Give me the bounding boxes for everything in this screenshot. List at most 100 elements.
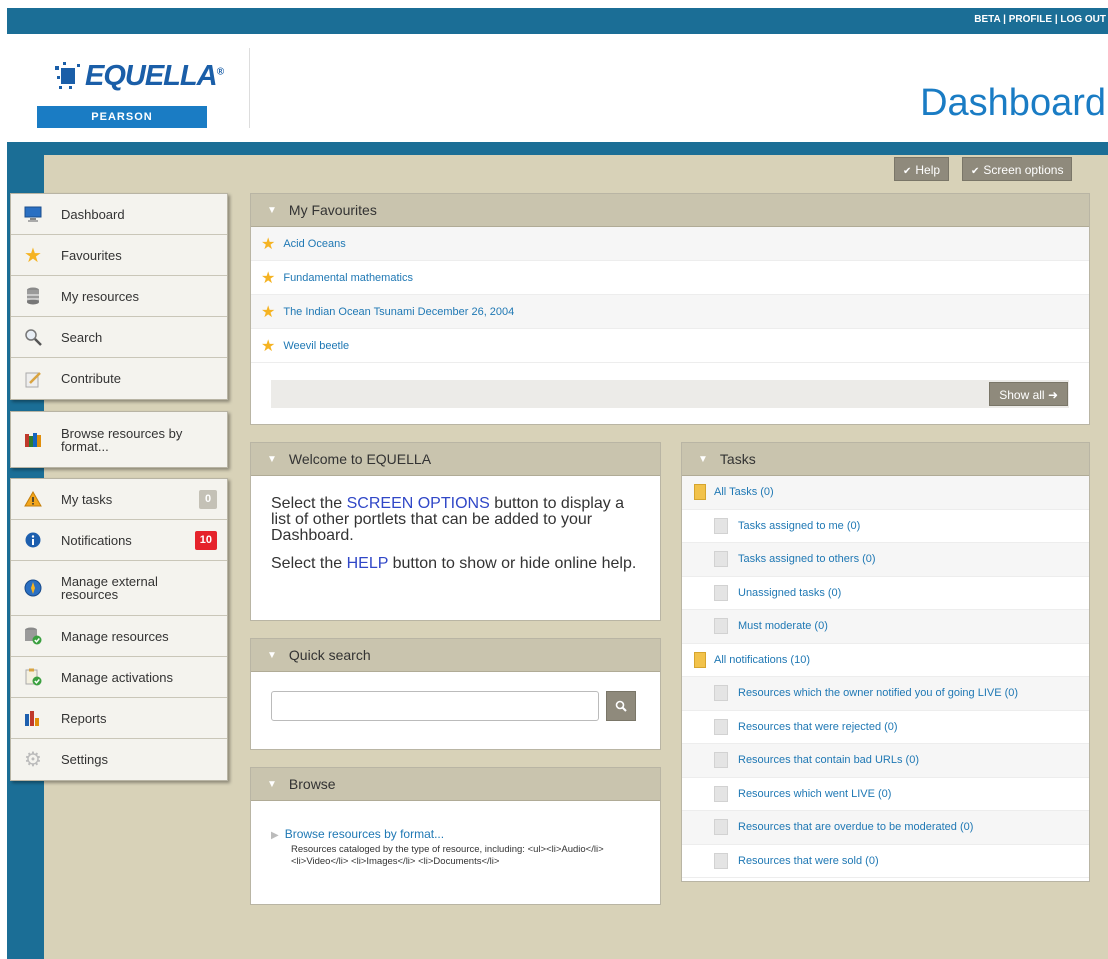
sidebar-item-label: Settings xyxy=(61,752,108,767)
document-icon xyxy=(714,584,728,601)
document-icon xyxy=(714,852,728,869)
task-row[interactable]: Unassigned tasks (0) xyxy=(682,577,1089,610)
collapse-triangle-icon[interactable]: ▼ xyxy=(267,205,277,216)
sidebar-item-settings[interactable]: ⚙ Settings xyxy=(11,739,227,780)
document-icon xyxy=(714,517,728,534)
sidebar-menu-admin: My tasks 0 Notifications 10 Manage exter… xyxy=(10,478,228,781)
folder-icon xyxy=(694,651,706,668)
sidebar-item-label: Manage activations xyxy=(61,669,174,685)
clipboard-check-icon xyxy=(23,667,43,687)
favourites-footer: Show all ➜ xyxy=(271,380,1069,408)
welcome-body: Select the SCREEN OPTIONS button to disp… xyxy=(251,476,660,572)
database-icon xyxy=(23,286,43,306)
browse-header[interactable]: ▼ Browse xyxy=(251,768,660,801)
sidebar-item-favourites[interactable]: ★ Favourites xyxy=(11,235,227,276)
task-group-all-tasks[interactable]: All Tasks (0) xyxy=(682,476,1089,510)
top-links-text[interactable]: BETA | PROFILE | LOG OUT xyxy=(974,14,1106,25)
chevron-down-icon: ✔ xyxy=(971,166,980,177)
favourites-title: My Favourites xyxy=(288,202,377,218)
task-group-all-notifications[interactable]: All notifications (10) xyxy=(682,644,1089,677)
favourite-item[interactable]: ★ Fundamental mathematics xyxy=(251,261,1089,295)
favourite-item[interactable]: ★ Acid Oceans xyxy=(251,227,1089,261)
monitor-icon xyxy=(23,204,43,224)
header-divider xyxy=(249,48,250,128)
sidebar-item-manage-external-resources[interactable]: Manage external resources xyxy=(11,561,227,616)
logo[interactable]: EQUELLA® PEARSON xyxy=(37,44,224,130)
tasks-portlet: ▼ Tasks All Tasks (0) Tasks assigned to … xyxy=(681,442,1090,882)
browse-description: Resources cataloged by the type of resou… xyxy=(291,844,604,867)
sidebar-item-manage-resources[interactable]: Manage resources xyxy=(11,616,227,657)
document-icon xyxy=(714,752,728,769)
welcome-paragraph: Select the SCREEN OPTIONS button to disp… xyxy=(271,495,625,544)
sidebar-item-my-resources[interactable]: My resources xyxy=(11,276,227,317)
document-icon xyxy=(714,785,728,802)
screen-options-button[interactable]: ✔ Screen options xyxy=(962,157,1073,181)
welcome-paragraph: Select the HELP button to show or hide o… xyxy=(271,555,637,572)
screen-options-highlight: SCREEN OPTIONS xyxy=(346,495,490,512)
star-icon: ★ xyxy=(261,235,276,253)
collapse-triangle-icon[interactable]: ▼ xyxy=(698,454,708,465)
favourite-link[interactable]: Acid Oceans xyxy=(283,238,345,250)
arrow-right-icon: ➜ xyxy=(1047,388,1058,402)
browse-body: ▶ Browse resources by format... Resources… xyxy=(251,801,660,868)
sidebar-item-label: My resources xyxy=(61,288,140,304)
quick-search-button[interactable] xyxy=(606,691,636,721)
gear-icon: ⚙ xyxy=(24,749,42,771)
top-bar: BETA | PROFILE | LOG OUT xyxy=(7,8,1108,34)
favourite-link[interactable]: Weevil beetle xyxy=(283,340,349,352)
quick-search-input[interactable] xyxy=(271,691,599,721)
sidebar-item-contribute[interactable]: Contribute xyxy=(11,358,227,399)
help-button[interactable]: ✔ Help xyxy=(894,157,950,181)
task-row[interactable]: Tasks assigned to me (0) xyxy=(682,510,1089,543)
task-row[interactable]: Must moderate (0) xyxy=(682,610,1089,644)
warning-icon xyxy=(23,489,43,509)
sidebar-item-my-tasks[interactable]: My tasks 0 xyxy=(11,479,227,520)
browse-portlet: ▼ Browse ▶ Browse resources by format... … xyxy=(250,767,661,905)
welcome-header[interactable]: ▼ Welcome to EQUELLA xyxy=(251,443,660,476)
header: EQUELLA® PEARSON Dashboard xyxy=(7,34,1108,142)
search-icon xyxy=(615,700,627,712)
sidebar-item-label: My tasks xyxy=(61,491,113,507)
page-title: Dashboard xyxy=(920,82,1106,124)
sidebar-item-label: Manage external resources xyxy=(61,574,158,602)
task-row[interactable]: Tasks assigned to others (0) xyxy=(682,543,1089,577)
sidebar-item-search[interactable]: Search xyxy=(11,317,227,358)
task-row[interactable]: Resources that were rejected (0) xyxy=(682,711,1089,744)
quick-search-header[interactable]: ▼ Quick search xyxy=(251,639,660,672)
favourite-item[interactable]: ★ Weevil beetle xyxy=(251,329,1089,363)
collapse-triangle-icon[interactable]: ▼ xyxy=(267,650,277,661)
magnifier-icon xyxy=(23,327,43,347)
sidebar-item-manage-activations[interactable]: Manage activations xyxy=(11,657,227,698)
top-links[interactable]: BETA | PROFILE | LOG OUT xyxy=(974,14,1106,25)
task-row[interactable]: Resources that contain bad URLs (0) xyxy=(682,744,1089,778)
task-row[interactable]: Resources that are overdue to be moderat… xyxy=(682,811,1089,845)
task-row[interactable]: Resources which the owner notified you o… xyxy=(682,677,1089,711)
favourite-link[interactable]: The Indian Ocean Tsunami December 26, 20… xyxy=(283,306,514,318)
browse-title: Browse xyxy=(288,776,336,792)
star-icon: ★ xyxy=(261,269,276,287)
tasks-header[interactable]: ▼ Tasks xyxy=(682,443,1089,476)
sidebar-item-reports[interactable]: Reports xyxy=(11,698,227,739)
sidebar-item-label: Notifications xyxy=(61,532,132,548)
sidebar-item-dashboard[interactable]: Dashboard xyxy=(11,194,227,235)
favourite-item[interactable]: ★ The Indian Ocean Tsunami December 26, 2… xyxy=(251,295,1089,329)
collapse-triangle-icon[interactable]: ▼ xyxy=(267,454,277,465)
collapse-triangle-icon[interactable]: ▼ xyxy=(267,779,277,790)
favourite-link[interactable]: Fundamental mathematics xyxy=(283,272,413,284)
task-row[interactable]: Resources which went LIVE (0) xyxy=(682,778,1089,811)
browse-by-format-link[interactable]: ▶ Browse resources by format... xyxy=(271,827,640,841)
welcome-portlet: ▼ Welcome to EQUELLA Select the SCREEN O… xyxy=(250,442,661,621)
chevron-down-icon: ✔ xyxy=(903,166,912,177)
bar-chart-icon xyxy=(23,708,43,728)
favourites-header[interactable]: ▼ My Favourites xyxy=(251,194,1089,227)
equella-cube-icon xyxy=(55,62,80,89)
logo-wordmark: EQUELLA® xyxy=(85,60,224,92)
help-highlight: HELP xyxy=(346,555,389,572)
sidebar-item-notifications[interactable]: Notifications 10 xyxy=(11,520,227,561)
compass-icon xyxy=(23,578,43,598)
info-icon xyxy=(23,530,43,550)
sidebar-item-label: Browse resources by format... xyxy=(61,425,183,454)
show-all-button[interactable]: Show all ➜ xyxy=(989,382,1068,406)
task-row[interactable]: Resources that were sold (0) xyxy=(682,845,1089,878)
sidebar-item-browse-by-format[interactable]: Browse resources by format... xyxy=(11,412,227,467)
